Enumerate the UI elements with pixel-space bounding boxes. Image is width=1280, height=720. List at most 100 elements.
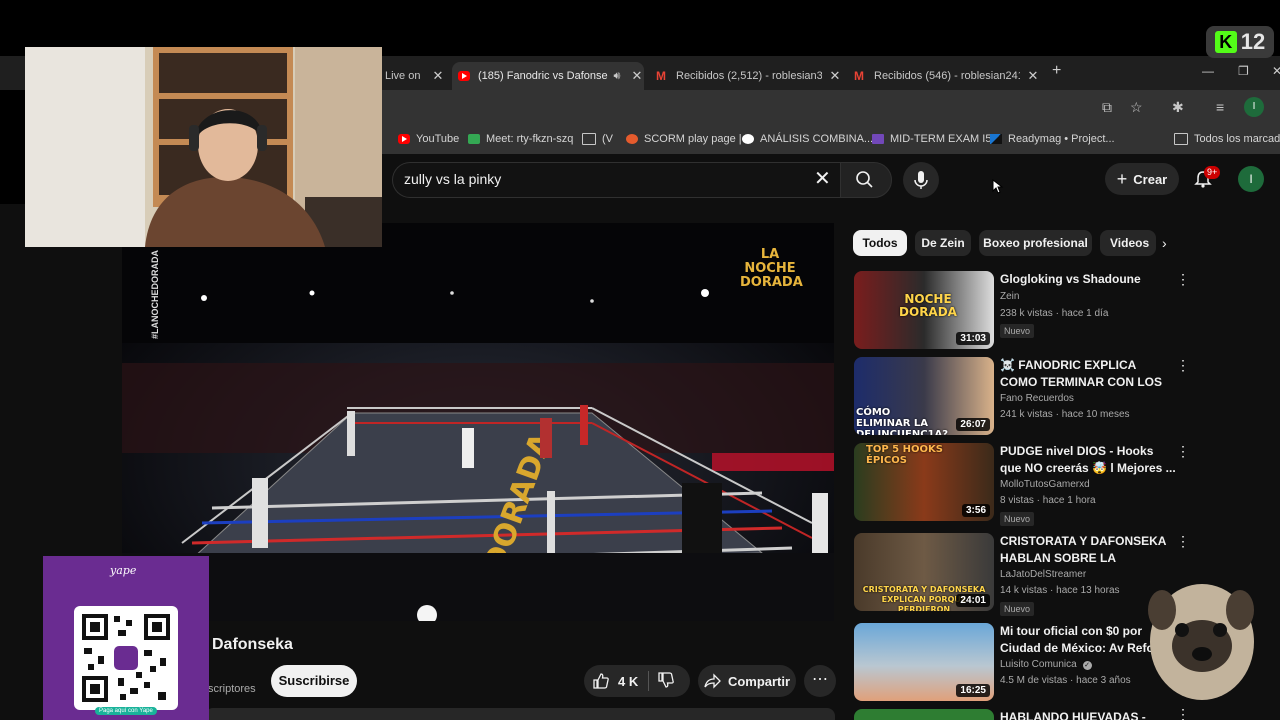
clear-search-icon[interactable]: ✕ xyxy=(814,166,831,191)
video-thumbnail[interactable]: TOP 5 HOOKS ÉPICOS 3:56 xyxy=(854,443,994,521)
video-channel[interactable]: LaJatoDelStreamer xyxy=(1000,569,1086,580)
tab-label: Recibidos (2,512) - roblesian33 xyxy=(676,70,822,82)
account-avatar[interactable]: I xyxy=(1238,166,1264,192)
search-button[interactable] xyxy=(840,162,892,198)
more-vertical-icon[interactable]: ⋮ xyxy=(1176,357,1190,374)
more-vertical-icon[interactable]: ⋮ xyxy=(1176,443,1190,460)
extensions-icon[interactable]: ✱ xyxy=(1172,99,1184,116)
recommendation-item[interactable]: NOCHE DORADA 31:03 Glogloking vs Shadoun… xyxy=(854,271,1194,349)
qr-code-image xyxy=(82,614,170,702)
restore-icon[interactable]: ❐ xyxy=(1238,64,1249,78)
chip-de-zein[interactable]: De Zein xyxy=(915,230,971,256)
youtube-icon xyxy=(398,134,410,144)
tab-youtube-video[interactable]: (185) Fanodric vs Dafonseka 🔊︎ ✕ xyxy=(452,62,644,90)
more-vertical-icon[interactable]: ⋮ xyxy=(1176,709,1190,720)
youtube-icon xyxy=(458,71,470,81)
install-app-icon[interactable]: ⧉ xyxy=(1102,99,1112,116)
bookmark-folder[interactable]: (V xyxy=(582,133,613,145)
search-query[interactable]: zully vs la pinky xyxy=(404,171,501,187)
share-button[interactable]: Compartir xyxy=(698,665,796,697)
video-title[interactable]: PUDGE nivel DIOS - Hooks que NO creerás … xyxy=(1000,443,1176,477)
chip-videos[interactable]: Videos xyxy=(1100,230,1156,256)
more-vertical-icon[interactable]: ⋮ xyxy=(1176,533,1190,550)
bookmark-star-icon[interactable]: ☆ xyxy=(1130,99,1143,116)
share-label: Compartir xyxy=(727,673,791,689)
window-close-icon[interactable]: ✕ xyxy=(1272,64,1280,78)
new-tab-button[interactable]: + xyxy=(1052,62,1061,80)
description-box[interactable] xyxy=(205,708,835,720)
channel-name[interactable]: Dafonseka xyxy=(212,636,293,654)
meet-icon xyxy=(468,134,480,144)
chevron-right-icon[interactable]: › xyxy=(1162,235,1167,251)
all-bookmarks[interactable]: Todos los marcadores xyxy=(1174,133,1280,145)
video-channel[interactable]: Zein xyxy=(1000,291,1019,302)
thumbnail-text: CÓMO ELIMINAR LA DELINCUENC1A? xyxy=(856,407,949,435)
video-thumbnail[interactable]: CRISTORATA Y DAFONSEKA EXPLICAN PORQUE P… xyxy=(854,533,994,611)
video-duration: 31:03 xyxy=(956,332,990,345)
thumbnail-text: TOP 5 HOOKS ÉPICOS xyxy=(866,444,943,466)
browser-profile-avatar[interactable]: I xyxy=(1244,97,1264,117)
bookmarks-bar: YouTube Meet: rty-fkzn-szq (V SCORM play… xyxy=(382,126,1280,154)
video-channel[interactable]: MolloTutosGamerxd xyxy=(1000,479,1090,490)
notification-badge: 9+ xyxy=(1204,166,1221,179)
video-watermark: LA NOCHE DORADA xyxy=(740,247,803,290)
recommendation-item[interactable]: HABLANDO HUEVADAS - ⋮ xyxy=(854,709,1194,720)
video-thumbnail[interactable]: 16:25 xyxy=(854,623,994,701)
speaker-icon[interactable]: 🔊︎ xyxy=(610,70,624,83)
more-actions-button[interactable]: ⋯ xyxy=(804,665,836,697)
tab-gmail-2[interactable]: M Recibidos (546) - roblesian2417 ✕ xyxy=(848,62,1040,90)
create-button[interactable]: + Crear xyxy=(1105,163,1179,195)
bookmark-midterm[interactable]: MID-TERM EXAM I5 xyxy=(872,133,991,145)
video-meta: 241 k vistas · hace 10 meses xyxy=(1000,409,1130,420)
streamer-webcam-image xyxy=(25,47,382,247)
close-icon[interactable]: ✕ xyxy=(431,68,445,84)
video-channel-row[interactable]: Luisito Comunica ✓ xyxy=(1000,659,1092,670)
minimize-icon[interactable]: — xyxy=(1202,64,1214,78)
pug-image xyxy=(1148,584,1254,700)
video-thumbnail[interactable]: CÓMO ELIMINAR LA DELINCUENC1A? 26:07 xyxy=(854,357,994,435)
chip-boxeo-profesional[interactable]: Boxeo profesional xyxy=(979,230,1092,256)
video-title[interactable]: ☠️ FANODRIC EXPLICA COMO TERMINAR CON LO… xyxy=(1000,357,1176,391)
bookmark-analisis[interactable]: ANÁLISIS COMBINA... xyxy=(742,133,873,145)
video-hashtag: #LANOCHEDORADA xyxy=(150,250,160,340)
chip-todos[interactable]: Todos xyxy=(853,230,907,256)
bookmark-readymag[interactable]: Readymag • Project... xyxy=(990,133,1115,145)
media-control-icon[interactable]: ≡ xyxy=(1216,99,1224,115)
folder-icon xyxy=(582,133,596,145)
video-title[interactable]: CRISTORATA Y DAFONSEKA HABLAN SOBRE LA D… xyxy=(1000,533,1176,567)
video-player[interactable]: DORADA xyxy=(122,223,834,621)
bookmark-meet[interactable]: Meet: rty-fkzn-szq xyxy=(468,133,573,145)
video-title[interactable]: HABLANDO HUEVADAS - xyxy=(1000,709,1176,720)
create-label: Crear xyxy=(1133,171,1168,187)
bookmark-label: YouTube xyxy=(416,133,460,145)
subscribe-button[interactable]: Suscribirse xyxy=(271,665,357,697)
voice-search-button[interactable] xyxy=(903,162,939,198)
video-thumbnail[interactable]: NOCHE DORADA 31:03 xyxy=(854,271,994,349)
kick-channel-number: 12 xyxy=(1240,29,1266,54)
recommendation-item[interactable]: CÓMO ELIMINAR LA DELINCUENC1A? 26:07 ☠️ … xyxy=(854,357,1194,435)
close-icon[interactable]: ✕ xyxy=(828,68,842,84)
bookmark-scorm[interactable]: SCORM play page | xyxy=(626,133,742,145)
pug-sticker-overlay xyxy=(1140,572,1260,707)
bookmark-label: Todos los marcadores xyxy=(1194,133,1280,145)
close-icon[interactable]: ✕ xyxy=(1026,68,1040,84)
bookmark-youtube[interactable]: YouTube xyxy=(398,133,459,145)
new-badge: Nuevo xyxy=(1000,324,1035,338)
video-channel[interactable]: Fano Recuerdos xyxy=(1000,393,1074,404)
recommendation-item[interactable]: TOP 5 HOOKS ÉPICOS 3:56 PUDGE nivel DIOS… xyxy=(854,443,1194,526)
address-bar[interactable]: ⧉ ☆ ✱ ≡ xyxy=(382,90,1280,126)
dislike-button[interactable] xyxy=(657,671,675,692)
like-button[interactable]: 4 K xyxy=(592,672,638,690)
thumbs-up-icon xyxy=(593,673,609,689)
tab-label: (185) Fanodric vs Dafonseka xyxy=(478,70,608,82)
kick-icon: K xyxy=(1214,31,1237,53)
bookmark-label: (V xyxy=(602,133,613,145)
subscriber-count: scriptores xyxy=(208,683,256,695)
video-title[interactable]: Glogloking vs Shadoune xyxy=(1000,271,1176,288)
new-badge: Nuevo xyxy=(1000,512,1035,526)
close-icon[interactable]: ✕ xyxy=(630,68,644,84)
tab-kick-live[interactable]: Live on ✕ xyxy=(385,62,445,90)
tab-gmail-1[interactable]: M Recibidos (2,512) - roblesian33 ✕ xyxy=(650,62,842,90)
more-vertical-icon[interactable]: ⋮ xyxy=(1176,271,1190,288)
video-thumbnail[interactable] xyxy=(854,709,994,720)
